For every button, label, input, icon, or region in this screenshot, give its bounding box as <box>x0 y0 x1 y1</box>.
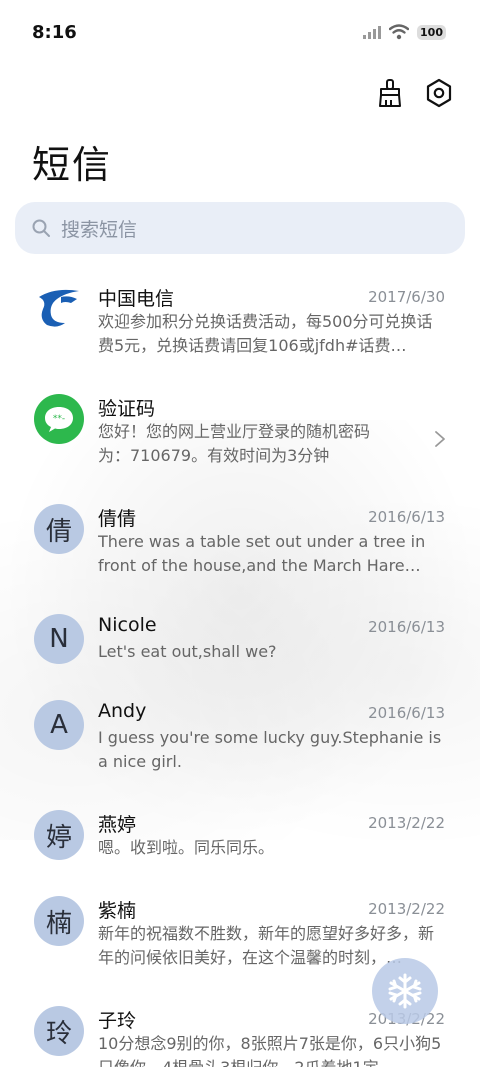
signal-icon <box>363 25 382 39</box>
avatar <box>34 282 84 332</box>
list-item[interactable]: N Nicole 2016/6/13 Let's eat out,shall w… <box>0 602 480 688</box>
search-bar[interactable]: 搜索短信 <box>15 202 465 254</box>
message-preview: Let's eat out,shall we? <box>98 642 277 661</box>
list-item[interactable]: **- 验证码 您好！您的网上营业厅登录的随机密码为：710679。有效时间为3… <box>0 382 480 492</box>
list-item[interactable]: 中国电信 2017/6/30 欢迎参加积分兑换话费活动，每500分可兑换话费5元… <box>0 272 480 382</box>
chevron-right-icon <box>435 431 445 447</box>
message-preview: 您好！您的网上营业厅登录的随机密码为：710679。有效时间为3分钟 <box>98 422 371 465</box>
avatar: **- <box>34 394 84 444</box>
message-preview: There was a table set out under a tree i… <box>98 532 426 575</box>
floating-action-button[interactable] <box>372 958 438 1024</box>
message-date: 2013/2/22 <box>368 900 445 918</box>
list-item[interactable]: 婷 燕婷 2013/2/22 嗯。收到啦。同乐同乐。 <box>0 798 480 884</box>
avatar: 倩 <box>34 504 84 554</box>
status-icons: 100 <box>363 24 446 40</box>
contact-name: 倩倩 <box>98 508 137 530</box>
message-preview: 欢迎参加积分兑换话费活动，每500分可兑换话费5元，兑换话费请回复106或jfd… <box>98 312 433 355</box>
wifi-icon <box>389 24 410 40</box>
status-bar: 8:16 100 <box>0 0 480 70</box>
settings-button[interactable] <box>424 78 454 108</box>
list-item[interactable]: A Andy 2016/6/13 I guess you're some luc… <box>0 688 480 798</box>
avatar: 楠 <box>34 896 84 946</box>
chat-bubble-icon: **- <box>45 407 73 432</box>
contact-name: Nicole <box>98 614 157 636</box>
top-actions <box>376 78 454 108</box>
contact-name: 燕婷 <box>98 814 137 836</box>
svg-text:**-: **- <box>53 414 65 424</box>
contact-name: 中国电信 <box>98 288 175 310</box>
telecom-logo-icon <box>39 289 79 327</box>
contact-name: 紫楠 <box>98 900 137 922</box>
message-date: 2016/6/13 <box>368 508 445 526</box>
page-title: 短信 <box>32 143 113 187</box>
avatar: N <box>34 614 84 664</box>
message-preview: 嗯。收到啦。同乐同乐。 <box>98 838 275 857</box>
broom-icon <box>379 79 401 107</box>
clean-button[interactable] <box>376 78 406 108</box>
list-item[interactable]: 倩 倩倩 2016/6/13 There was a table set out… <box>0 492 480 602</box>
message-list: 中国电信 2017/6/30 欢迎参加积分兑换话费活动，每500分可兑换话费5元… <box>0 272 480 1067</box>
message-date: 2017/6/30 <box>368 288 445 306</box>
contact-name: 验证码 <box>98 398 156 420</box>
avatar: A <box>34 700 84 750</box>
contact-name: 子玲 <box>98 1010 137 1032</box>
contact-name: Andy <box>98 700 147 722</box>
message-date: 2013/2/22 <box>368 814 445 832</box>
snowflake-icon <box>388 973 422 1009</box>
avatar: 玲 <box>34 1006 84 1056</box>
avatar: 婷 <box>34 810 84 860</box>
status-time: 8:16 <box>32 22 77 43</box>
hexagon-settings-icon <box>426 78 452 108</box>
message-preview: 10分想念9别的你，8张照片7张是你，6只小狗5只像你，4根骨头3根归你，2爪着… <box>98 1034 442 1067</box>
message-date: 2016/6/13 <box>368 704 445 722</box>
search-icon <box>32 219 50 237</box>
search-placeholder: 搜索短信 <box>61 218 138 241</box>
battery-indicator: 100 <box>417 24 446 40</box>
message-date: 2016/6/13 <box>368 618 445 636</box>
message-preview: I guess you're some lucky guy.Stephanie … <box>98 728 442 771</box>
